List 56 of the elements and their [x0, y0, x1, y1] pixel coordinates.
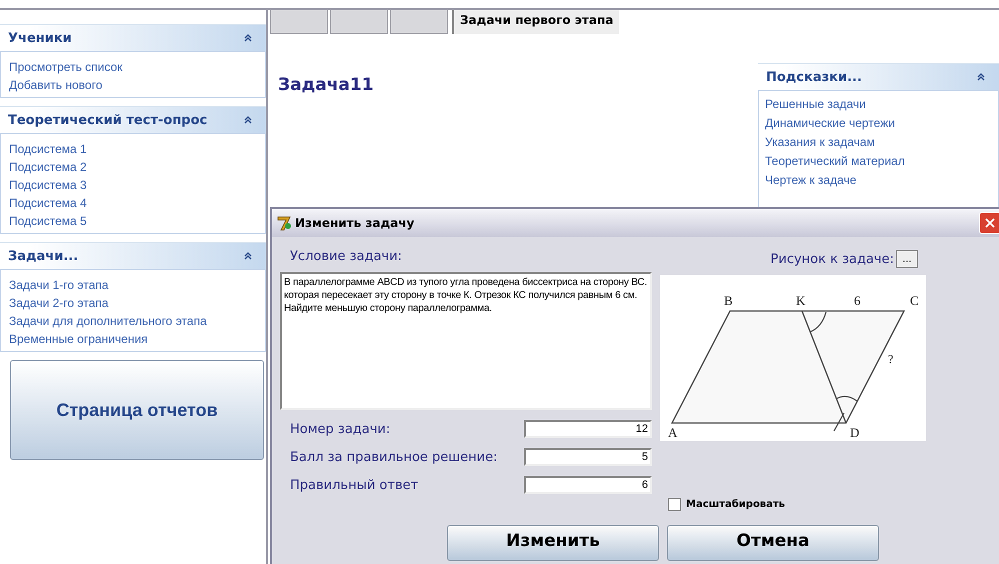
sidebar-link[interactable]: Задачи 2-го этапа: [9, 296, 257, 311]
report-page-button[interactable]: Страница отчетов: [10, 360, 264, 460]
vertex-label: A: [668, 425, 678, 440]
checkbox-label: Масштабировать: [686, 499, 786, 510]
field-label: Правильный ответ: [290, 478, 418, 492]
close-button[interactable]: [979, 212, 999, 234]
window-title: Изменить задачу: [295, 216, 416, 230]
close-icon: [985, 218, 995, 228]
collapse-icon[interactable]: [244, 34, 252, 42]
app-icon: [276, 215, 292, 231]
panel-title: Подсказки...: [766, 70, 862, 84]
panel-title: Ученики: [8, 30, 72, 46]
dialog-button[interactable]: Отмена: [667, 525, 879, 561]
task-title: Задача11: [277, 74, 374, 97]
unknown-label: ?: [888, 352, 894, 366]
panel-header[interactable]: Задачи...: [0, 242, 266, 269]
vertex-label: D: [850, 425, 860, 440]
panel-title: Теоретический тест-опрос: [8, 112, 208, 128]
input-field[interactable]: 12: [524, 420, 652, 438]
condition-text-area[interactable]: В параллелограмме ABCD из тупого угла проведена биссектриса на сторону ВС. которая пересекает эту сторону в точке К. Отрезок КС получился равным 6 см. Найдите меньшую сторону параллелограмма.: [280, 272, 652, 410]
collapse-icon[interactable]: [244, 252, 252, 260]
panel-header[interactable]: Ученики: [0, 24, 266, 51]
collapse-icon[interactable]: [977, 73, 985, 81]
hint-link[interactable]: Теоретический материал: [765, 154, 992, 169]
vertex-label: C: [910, 293, 919, 308]
tab[interactable]: Задачи первого этапа: [452, 10, 620, 34]
field-label: Номер задачи:: [290, 422, 390, 436]
sidebar-link[interactable]: Подсистема 1: [9, 142, 257, 157]
hint-link[interactable]: Динамические чертежи: [765, 116, 992, 131]
sidebar-link[interactable]: Задачи для дополнительного этапа: [9, 314, 257, 329]
hint-link[interactable]: Решенные задачи: [765, 97, 992, 112]
hint-link[interactable]: Указания к задачам: [765, 135, 992, 150]
dialog-button[interactable]: Изменить: [447, 525, 659, 561]
sidebar-link[interactable]: Подсистема 2: [9, 160, 257, 175]
length-label: 6: [854, 293, 860, 308]
input-field[interactable]: 5: [524, 448, 652, 466]
panel-title: Задачи...: [8, 248, 78, 264]
sidebar-link[interactable]: Временные ограничения: [9, 332, 257, 347]
condition-label: Условие задачи:: [289, 248, 403, 266]
input-field[interactable]: 6: [524, 476, 652, 494]
picture-label: Рисунок к задаче:: [770, 252, 894, 266]
sidebar-link[interactable]: Подсистема 4: [9, 196, 257, 211]
collapse-icon[interactable]: [244, 116, 252, 124]
sidebar-link[interactable]: Подсистема 3: [9, 178, 257, 193]
sidebar-link[interactable]: Добавить нового: [9, 78, 257, 93]
field-label: Балл за правильное решение:: [290, 450, 498, 464]
sidebar-link[interactable]: Задачи 1-го этапа: [9, 278, 257, 293]
browse-button[interactable]: ...: [896, 250, 918, 268]
panel-header[interactable]: Теоретический тест-опрос: [0, 106, 266, 133]
sidebar-link[interactable]: Подсистема 5: [9, 214, 257, 229]
panel-header[interactable]: Подсказки...: [758, 63, 999, 90]
vertex-label: K: [796, 293, 806, 308]
hint-link[interactable]: Чертеж к задаче: [765, 173, 992, 188]
sidebar-link[interactable]: Просмотреть список: [9, 60, 257, 75]
checkbox[interactable]: [668, 498, 681, 511]
vertex-label: B: [724, 293, 733, 308]
